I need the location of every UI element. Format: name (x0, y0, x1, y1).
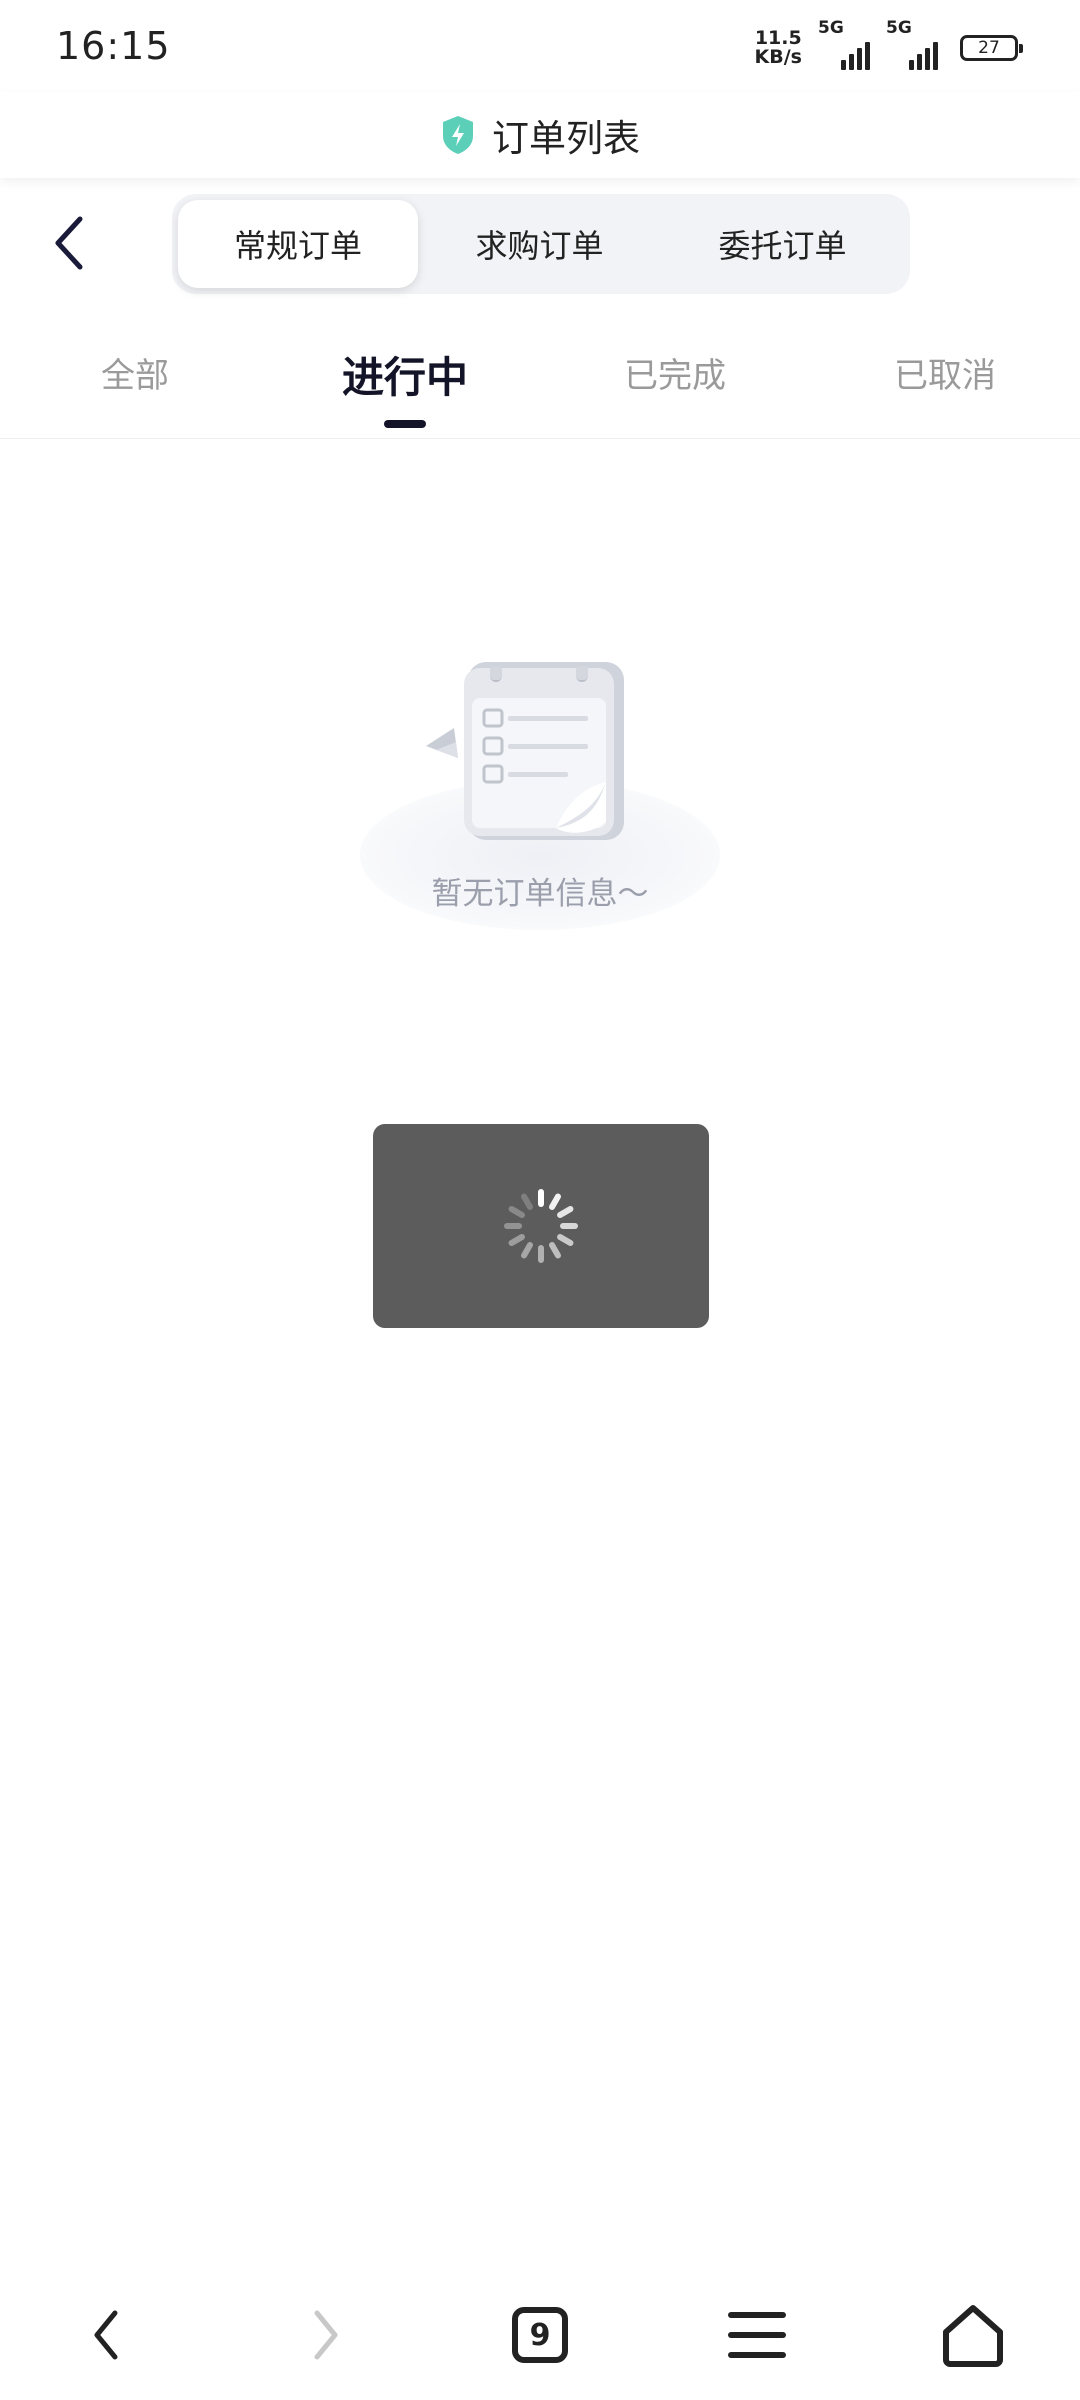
browser-bottom-nav: 9 (0, 2280, 1080, 2390)
shield-icon (443, 116, 473, 154)
menu-button[interactable] (712, 2290, 802, 2380)
status-bar: 16:15 11.5 KB/s 5G 5G 27 (0, 0, 1080, 92)
tab-label: 全部 (101, 356, 169, 396)
battery-icon: 27 (960, 35, 1023, 61)
sim1-network-label: 5G (818, 18, 844, 38)
tab-label: 已取消 (894, 356, 996, 396)
order-list-page: 16:15 11.5 KB/s 5G 5G 27 订单列表 常规订单 求购订单 … (0, 0, 1080, 2400)
signal-bar (865, 42, 870, 70)
tab-all[interactable]: 全部 (0, 318, 270, 438)
status-time: 16:15 (56, 24, 171, 68)
signal-bar (841, 60, 846, 70)
menu-icon (728, 2312, 786, 2358)
chevron-left-icon (55, 216, 83, 270)
nav-back-button[interactable] (62, 2290, 152, 2380)
tab-cancelled[interactable]: 已取消 (810, 318, 1080, 438)
signal-bar (849, 54, 854, 70)
back-button[interactable] (42, 208, 98, 278)
signal-bar (925, 48, 930, 70)
order-type-header: 常规订单 求购订单 委托订单 (0, 186, 1080, 304)
network-speed-unit: KB/s (754, 46, 802, 68)
order-status-tabs: 全部 进行中 已完成 已取消 (0, 318, 1080, 439)
signal-icon-sim1: 5G (818, 18, 878, 70)
chevron-left-icon (94, 2310, 118, 2360)
signal-bar (909, 60, 914, 70)
empty-state-message: 暂无订单信息～ (431, 876, 649, 912)
title-bar: 订单列表 (0, 92, 1080, 178)
signal-bar (857, 48, 862, 70)
battery-level: 27 (978, 38, 1000, 58)
tabs-button[interactable]: 9 (495, 2290, 585, 2380)
chevron-right-icon (314, 2310, 338, 2360)
nav-forward-button[interactable] (280, 2290, 370, 2380)
segment-entrusted-orders[interactable]: 委托订单 (661, 200, 904, 288)
empty-document-icon (426, 662, 624, 840)
signal-bar (933, 42, 938, 70)
active-tab-indicator (384, 420, 426, 428)
tab-count-icon: 9 (512, 2307, 568, 2363)
network-speed: 11.5 KB/s (755, 29, 802, 67)
tab-in-progress[interactable]: 进行中 (270, 318, 540, 438)
home-icon (943, 2305, 1003, 2367)
sim2-network-label: 5G (886, 18, 912, 38)
signal-bar (917, 54, 922, 70)
home-button[interactable] (928, 2290, 1018, 2380)
loading-spinner-icon (504, 1189, 578, 1263)
empty-state: 暂无订单信息～ (340, 640, 740, 940)
status-indicators: 11.5 KB/s 5G 5G 27 (755, 18, 1023, 70)
page-title: 订单列表 (492, 117, 640, 160)
loading-toast (373, 1124, 709, 1328)
tab-label: 已完成 (624, 356, 726, 396)
segment-regular-orders[interactable]: 常规订单 (178, 200, 418, 288)
segment-purchase-orders[interactable]: 求购订单 (418, 200, 661, 288)
order-type-segment: 常规订单 求购订单 委托订单 (172, 194, 910, 294)
tab-count: 9 (529, 2317, 551, 2353)
signal-icon-sim2: 5G (886, 18, 946, 70)
tab-completed[interactable]: 已完成 (540, 318, 810, 438)
